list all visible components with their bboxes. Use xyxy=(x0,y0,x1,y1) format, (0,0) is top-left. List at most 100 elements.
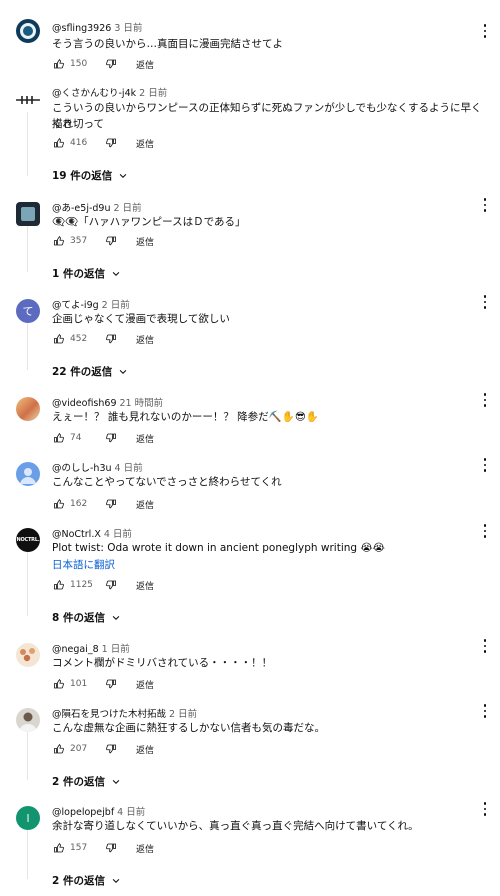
comment-header: @くさかんむり-j4k 2 日前 xyxy=(52,85,167,99)
comment-author[interactable]: @あ-e5j-d9u xyxy=(52,203,110,214)
view-replies-button[interactable]: 8 件の返信 xyxy=(52,610,121,625)
reply-button[interactable]: 返信 xyxy=(136,743,154,756)
more-options-icon[interactable] xyxy=(482,295,488,309)
comment-text: くれ xyxy=(52,118,73,130)
comment-time[interactable]: 3 日前 xyxy=(114,23,142,34)
comment-time[interactable]: 2 日前 xyxy=(113,203,141,214)
comment-time[interactable]: 1 日前 xyxy=(102,644,130,655)
replies-count: 1 件の返信 xyxy=(52,268,105,280)
comment-text: こんなことやってないでさっさと終わらせてくれ xyxy=(52,476,282,488)
like-icon[interactable] xyxy=(52,578,66,592)
like-count: 1125 xyxy=(70,580,93,590)
stick-avatar[interactable] xyxy=(16,88,40,112)
view-replies-button[interactable]: 2 件の返信 xyxy=(52,873,121,888)
comment-text: 余計な寄り道しなくていいから、真っ直ぐ真っ直ぐ完結へ向けて書いてくれ。 xyxy=(52,820,419,832)
like-count: 150 xyxy=(70,59,88,69)
noctrl-avatar[interactable]: NOCTRL. xyxy=(16,528,40,552)
comment-author[interactable]: @sfling3926 xyxy=(52,23,111,34)
like-icon[interactable] xyxy=(52,431,66,445)
reply-button[interactable]: 返信 xyxy=(136,678,154,691)
ring-avatar[interactable] xyxy=(16,19,40,43)
more-options-icon[interactable] xyxy=(482,704,488,718)
like-icon[interactable] xyxy=(52,234,66,248)
comment-text: えぇー！？ 誰も見れないのかーー！？ 降参だ⛏️✋😎✋ xyxy=(52,411,319,423)
comment-time[interactable]: 2 日前 xyxy=(102,300,130,311)
more-options-icon[interactable] xyxy=(482,639,488,653)
like-icon[interactable] xyxy=(52,497,66,511)
like-count: 74 xyxy=(70,433,82,443)
reply-button[interactable]: 返信 xyxy=(136,579,154,592)
comment-time[interactable]: 4 日前 xyxy=(117,807,145,818)
translate-link[interactable]: 日本語に翻訳 xyxy=(52,557,115,572)
comment-author[interactable]: @lopelopejbf xyxy=(52,807,114,818)
dislike-icon[interactable] xyxy=(104,578,118,592)
more-options-icon[interactable] xyxy=(482,24,488,38)
comment-header: @NoCtrl.X 4 日前 xyxy=(52,526,132,540)
photo-avatar[interactable] xyxy=(16,397,40,421)
dislike-icon[interactable] xyxy=(104,136,118,150)
comment-author[interactable]: @のしし-h3u xyxy=(52,463,112,474)
like-count: 101 xyxy=(70,679,88,689)
like-icon[interactable] xyxy=(52,841,66,855)
view-replies-button[interactable]: 19 件の返信 xyxy=(52,168,128,183)
like-count: 452 xyxy=(70,334,88,344)
comment-time[interactable]: 4 日前 xyxy=(104,529,132,540)
like-icon[interactable] xyxy=(52,57,66,71)
dislike-icon[interactable] xyxy=(104,841,118,855)
dislike-icon[interactable] xyxy=(104,332,118,346)
comment-text: Plot twist: Oda wrote it down in ancient… xyxy=(52,542,385,554)
comment-author[interactable]: @videofish69 xyxy=(52,398,117,409)
comment-time[interactable]: 4 日前 xyxy=(115,463,143,474)
view-replies-button[interactable]: 1 件の返信 xyxy=(52,266,121,281)
like-icon[interactable] xyxy=(52,677,66,691)
reply-button[interactable]: 返信 xyxy=(136,842,154,855)
comment-author[interactable]: @くさかんむり-j4k xyxy=(52,88,136,99)
reply-button[interactable]: 返信 xyxy=(136,498,154,511)
comment-text: 企画じゃなくて漫画で表現して欲しい xyxy=(52,313,230,325)
more-options-icon[interactable] xyxy=(482,198,488,212)
dislike-icon[interactable] xyxy=(104,742,118,756)
replies-count: 2 件の返信 xyxy=(52,776,105,788)
like-icon[interactable] xyxy=(52,742,66,756)
default-avatar[interactable] xyxy=(16,462,40,486)
reply-button[interactable]: 返信 xyxy=(136,333,154,346)
comment-actions: 1125 返信 xyxy=(52,578,154,592)
comment-time[interactable]: 2 日前 xyxy=(139,88,167,99)
group-avatar[interactable] xyxy=(16,643,40,667)
dislike-icon[interactable] xyxy=(104,497,118,511)
reply-button[interactable]: 返信 xyxy=(136,58,154,71)
reply-button[interactable]: 返信 xyxy=(136,235,154,248)
comment-author[interactable]: @隕石を見つけた木村拓哉 xyxy=(52,709,166,720)
comment-author[interactable]: @NoCtrl.X xyxy=(52,529,101,540)
comment-header: @negai_8 1 日前 xyxy=(52,641,130,655)
comment-text: こんな虚無な企画に熱狂するしかない信者も気の毒だな。 xyxy=(52,722,325,734)
reply-button[interactable]: 返信 xyxy=(136,432,154,445)
dark-avatar[interactable] xyxy=(16,202,40,226)
more-options-icon[interactable] xyxy=(482,802,488,816)
thread-line xyxy=(27,321,28,370)
comment-actions: 452 返信 xyxy=(52,332,154,346)
dislike-icon[interactable] xyxy=(104,677,118,691)
comment-author[interactable]: @てよ-i9g xyxy=(52,300,99,311)
view-replies-button[interactable]: 2 件の返信 xyxy=(52,774,121,789)
like-icon[interactable] xyxy=(52,332,66,346)
dislike-icon[interactable] xyxy=(104,57,118,71)
comment-header: @のしし-h3u 4 日前 xyxy=(52,460,143,474)
more-options-icon[interactable] xyxy=(482,393,488,407)
more-options-icon[interactable] xyxy=(482,524,488,538)
comment-author[interactable]: @negai_8 xyxy=(52,644,99,655)
chevron-down-icon xyxy=(111,777,121,787)
view-replies-button[interactable]: 22 件の返信 xyxy=(52,364,128,379)
comment-time[interactable]: 21 時間前 xyxy=(120,398,164,409)
letter-avatar[interactable]: て xyxy=(16,299,40,323)
dislike-icon[interactable] xyxy=(104,234,118,248)
comment-time[interactable]: 2 日前 xyxy=(169,709,197,720)
reply-button[interactable]: 返信 xyxy=(136,137,154,150)
dislike-icon[interactable] xyxy=(104,431,118,445)
letter-avatar[interactable]: l xyxy=(16,806,40,830)
person-avatar[interactable] xyxy=(16,708,40,732)
like-icon[interactable] xyxy=(52,136,66,150)
more-options-icon[interactable] xyxy=(482,458,488,472)
comment-header: @videofish69 21 時間前 xyxy=(52,395,163,409)
chevron-down-icon xyxy=(111,269,121,279)
